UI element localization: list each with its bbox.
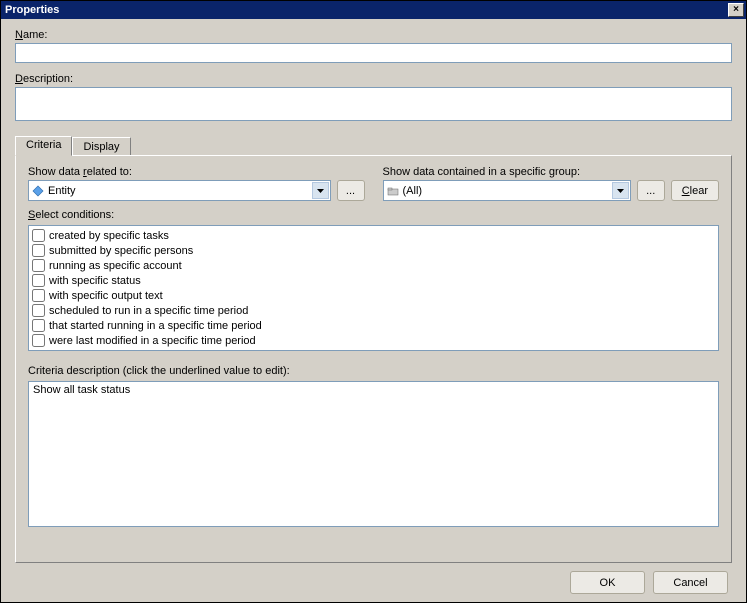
condition-text: scheduled to run in a specific time peri… — [49, 305, 248, 317]
title-bar: Properties × — [1, 1, 746, 19]
condition-text: with specific output text — [49, 290, 163, 302]
name-input[interactable] — [15, 43, 732, 63]
name-label: Name: — [15, 29, 732, 41]
condition-checkbox[interactable] — [32, 319, 45, 332]
entity-icon — [32, 185, 44, 197]
condition-checkbox[interactable] — [32, 244, 45, 257]
close-icon: × — [733, 5, 739, 15]
condition-checkbox[interactable] — [32, 229, 45, 242]
condition-item[interactable]: with specific status — [32, 273, 715, 288]
folder-icon — [387, 185, 399, 197]
group-browse-button[interactable]: ... — [637, 180, 665, 201]
condition-item[interactable]: running as specific account — [32, 258, 715, 273]
condition-item[interactable]: scheduled to run in a specific time peri… — [32, 303, 715, 318]
chevron-down-icon — [612, 182, 629, 199]
dialog-content: Name: Description: Criteria Display Show… — [1, 19, 746, 602]
tab-display[interactable]: Display — [72, 137, 130, 155]
close-button[interactable]: × — [728, 3, 744, 17]
clear-button[interactable]: Clear — [671, 180, 719, 201]
description-input[interactable] — [15, 87, 732, 121]
chevron-down-icon — [312, 182, 329, 199]
condition-checkbox[interactable] — [32, 274, 45, 287]
group-label: Show data contained in a specific group: — [383, 166, 720, 178]
related-to-dropdown[interactable]: Entity — [28, 180, 331, 201]
tab-panel-criteria: Show data related to: Entity ... Sho — [15, 155, 732, 563]
tab-label: Display — [83, 141, 119, 153]
condition-checkbox[interactable] — [32, 259, 45, 272]
condition-text: with specific status — [49, 275, 141, 287]
related-to-value: Entity — [48, 185, 76, 197]
criteria-description-label: Criteria description (click the underlin… — [28, 365, 719, 377]
condition-text: that started running in a specific time … — [49, 320, 262, 332]
condition-text: running as specific account — [49, 260, 182, 272]
criteria-description-text: Show all task status — [33, 384, 130, 396]
group-dropdown[interactable]: (All) — [383, 180, 631, 201]
group-value: (All) — [403, 185, 423, 197]
dialog-buttons: OK Cancel — [15, 563, 732, 594]
condition-checkbox[interactable] — [32, 289, 45, 302]
condition-checkbox[interactable] — [32, 334, 45, 347]
condition-text: were last modified in a specific time pe… — [49, 335, 256, 347]
description-label: Description: — [15, 73, 732, 85]
tab-criteria[interactable]: Criteria — [15, 136, 72, 156]
cancel-button[interactable]: Cancel — [653, 571, 728, 594]
condition-item[interactable]: that started running in a specific time … — [32, 318, 715, 333]
condition-item[interactable]: submitted by specific persons — [32, 243, 715, 258]
window-title: Properties — [5, 4, 59, 16]
condition-item[interactable]: created by specific tasks — [32, 228, 715, 243]
condition-checkbox[interactable] — [32, 304, 45, 317]
condition-item[interactable]: were last modified in a specific time pe… — [32, 333, 715, 348]
condition-text: created by specific tasks — [49, 230, 169, 242]
tab-strip: Criteria Display — [15, 136, 732, 155]
related-to-label: Show data related to: — [28, 166, 365, 178]
related-browse-button[interactable]: ... — [337, 180, 365, 201]
ok-button[interactable]: OK — [570, 571, 645, 594]
conditions-listbox[interactable]: created by specific tasks submitted by s… — [28, 225, 719, 351]
condition-item[interactable]: with specific output text — [32, 288, 715, 303]
condition-text: submitted by specific persons — [49, 245, 193, 257]
tab-label: Criteria — [26, 139, 61, 151]
select-conditions-label: Select conditions: — [28, 209, 719, 221]
criteria-description-box[interactable]: Show all task status — [28, 381, 719, 527]
